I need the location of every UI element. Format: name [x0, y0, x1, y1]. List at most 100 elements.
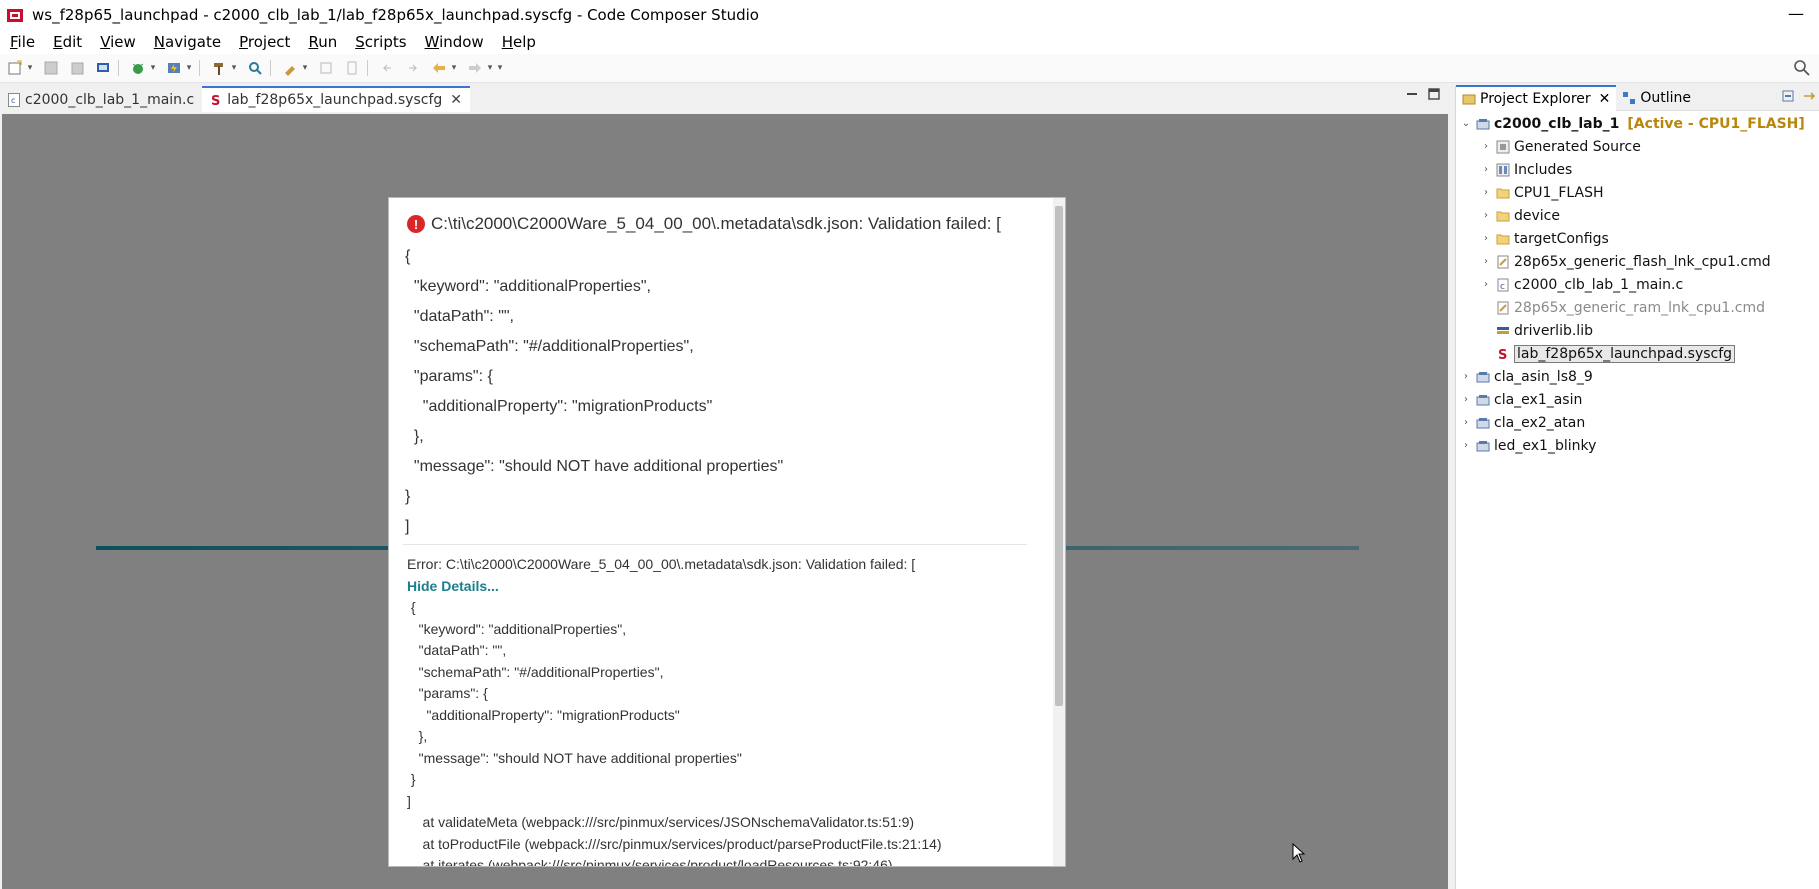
project-icon	[1476, 439, 1490, 453]
tools-icon[interactable]	[281, 59, 299, 77]
project-icon	[1476, 393, 1490, 407]
chevron-right-icon[interactable]: ›	[1480, 256, 1492, 267]
next-annotation-icon[interactable]	[404, 59, 422, 77]
chevron-right-icon[interactable]: ›	[1480, 187, 1492, 198]
menu-window[interactable]: Window	[415, 33, 492, 51]
error-line: Error: C:\ti\c2000\C2000Ware_5_04_00_00\…	[407, 556, 916, 572]
tree-item[interactable]: › cla_ex2_atan	[1456, 411, 1819, 434]
disabled-tool-icon[interactable]	[317, 59, 335, 77]
build-dropdown-icon[interactable]: ▾	[230, 59, 238, 77]
generated-source-icon	[1496, 140, 1510, 154]
chevron-right-icon[interactable]: ›	[1460, 440, 1472, 451]
menu-file[interactable]: File	[0, 33, 43, 51]
tree-item[interactable]: › targetConfigs	[1456, 227, 1819, 250]
search-icon[interactable]	[1793, 59, 1811, 77]
flash-dropdown-icon[interactable]: ▾	[185, 59, 193, 77]
debug-icon[interactable]	[129, 59, 147, 77]
chevron-right-icon[interactable]: ›	[1480, 279, 1492, 290]
hide-details-link[interactable]: Hide Details...	[407, 578, 499, 594]
chevron-down-icon[interactable]: ⌄	[1460, 118, 1472, 129]
new-icon[interactable]	[6, 59, 24, 77]
menu-project[interactable]: Project	[229, 33, 298, 51]
menu-scripts[interactable]: Scripts	[345, 33, 414, 51]
folder-icon	[1496, 209, 1510, 223]
tree-item[interactable]: Slab_f28p65x_launchpad.syscfg	[1456, 342, 1819, 365]
scrollbar-thumb[interactable]	[1055, 206, 1063, 706]
minimize-view-icon[interactable]	[1406, 88, 1418, 100]
error-icon: !	[407, 215, 425, 233]
tree-item[interactable]: › led_ex1_blinky	[1456, 434, 1819, 457]
chevron-right-icon[interactable]: ›	[1460, 371, 1472, 382]
project-explorer-icon	[1462, 94, 1476, 105]
close-icon[interactable]: ✕	[450, 92, 462, 108]
tools-dropdown-icon[interactable]: ▾	[301, 59, 309, 77]
minimize-button[interactable]: —	[1773, 0, 1819, 30]
dialog-scrollbar[interactable]	[1053, 198, 1065, 866]
menu-view[interactable]: View	[90, 33, 144, 51]
tab-label: c2000_clb_lab_1_main.c	[25, 92, 195, 108]
chevron-right-icon[interactable]: ›	[1480, 164, 1492, 175]
tree-item-label: led_ex1_blinky	[1494, 437, 1597, 454]
prev-annotation-icon[interactable]	[378, 59, 396, 77]
tree-item[interactable]: › 28p65x_generic_flash_lnk_cpu1.cmd	[1456, 250, 1819, 273]
back-icon[interactable]	[430, 59, 448, 77]
project-icon	[1476, 117, 1490, 131]
tree-item[interactable]: › CPU1_FLASH	[1456, 181, 1819, 204]
tree-item[interactable]: › Generated Source	[1456, 135, 1819, 158]
tab-syscfg[interactable]: S lab_f28p65x_launchpad.syscfg ✕	[202, 86, 470, 112]
tree-item[interactable]: driverlib.lib	[1456, 319, 1819, 342]
svg-text:c: c	[1500, 282, 1505, 292]
terminal-icon[interactable]	[94, 59, 112, 77]
window-title: ws_f28p65_launchpad - c2000_clb_lab_1/la…	[32, 6, 759, 24]
tree-item[interactable]: › cla_asin_ls8_9	[1456, 365, 1819, 388]
search-refs-icon[interactable]	[246, 59, 264, 77]
debug-dropdown-icon[interactable]: ▾	[149, 59, 157, 77]
back-dropdown-icon[interactable]: ▾	[450, 59, 458, 77]
json-line: "message": "should NOT have additional p…	[405, 458, 784, 475]
tab-project-explorer[interactable]: Project Explorer ✕	[1456, 85, 1617, 111]
tab-outline[interactable]: Outline	[1616, 86, 1697, 110]
tree-item[interactable]: › device	[1456, 204, 1819, 227]
save-all-icon[interactable]	[68, 59, 86, 77]
chevron-right-icon[interactable]: ›	[1480, 141, 1492, 152]
tab-label: Outline	[1640, 90, 1692, 106]
tree-item-label: cla_ex1_asin	[1494, 391, 1583, 408]
tree-item[interactable]: 28p65x_generic_ram_lnk_cpu1.cmd	[1456, 296, 1819, 319]
disabled-tool-2-icon[interactable]	[343, 59, 361, 77]
maximize-view-icon[interactable]	[1428, 88, 1440, 100]
menu-edit[interactable]: Edit	[43, 33, 90, 51]
chevron-right-icon[interactable]: ›	[1460, 394, 1472, 405]
chevron-right-icon[interactable]: ›	[1480, 233, 1492, 244]
menu-navigate[interactable]: Navigate	[144, 33, 229, 51]
forward-icon[interactable]	[466, 59, 484, 77]
save-icon[interactable]	[42, 59, 60, 77]
tree-item[interactable]: › c c2000_clb_lab_1_main.c	[1456, 273, 1819, 296]
menu-help[interactable]: Help	[492, 33, 544, 51]
tree-item-label: cla_ex2_atan	[1494, 414, 1586, 431]
chevron-right-icon[interactable]: ›	[1480, 210, 1492, 221]
forward-dropdown-icon[interactable]: ▾	[486, 59, 494, 77]
tree-item[interactable]: ⌄ c2000_clb_lab_1 [Active - CPU1_FLASH]	[1456, 112, 1819, 135]
toolbar-separator	[367, 60, 368, 76]
link-editor-icon[interactable]	[1802, 89, 1816, 103]
tab-main-c[interactable]: c c2000_clb_lab_1_main.c	[0, 88, 202, 112]
new-dropdown-icon[interactable]: ▾	[26, 59, 34, 77]
close-icon[interactable]: ✕	[1599, 91, 1611, 107]
chevron-right-icon[interactable]: ›	[1460, 417, 1472, 428]
json-line: "params": {	[405, 368, 493, 385]
tree-item[interactable]: › Includes	[1456, 158, 1819, 181]
detail-line: "schemaPath": "#/additionalProperties",	[407, 663, 664, 680]
detail-line: ]	[407, 792, 411, 809]
flash-icon[interactable]	[165, 59, 183, 77]
tree-item[interactable]: › cla_ex1_asin	[1456, 388, 1819, 411]
ccs-app-icon	[7, 9, 23, 22]
detail-line: "params": {	[407, 685, 488, 701]
toolbar-overflow-icon[interactable]: ▾	[496, 59, 504, 77]
svg-text:S: S	[1498, 348, 1507, 361]
menu-run[interactable]: Run	[298, 33, 345, 51]
cmd-file-icon	[1496, 301, 1510, 315]
build-hammer-icon[interactable]	[210, 59, 228, 77]
json-line: "additionalProperty": "migrationProducts…	[405, 398, 713, 415]
tree-item-label: c2000_clb_lab_1_main.c	[1514, 276, 1684, 293]
collapse-all-icon[interactable]	[1782, 89, 1796, 103]
